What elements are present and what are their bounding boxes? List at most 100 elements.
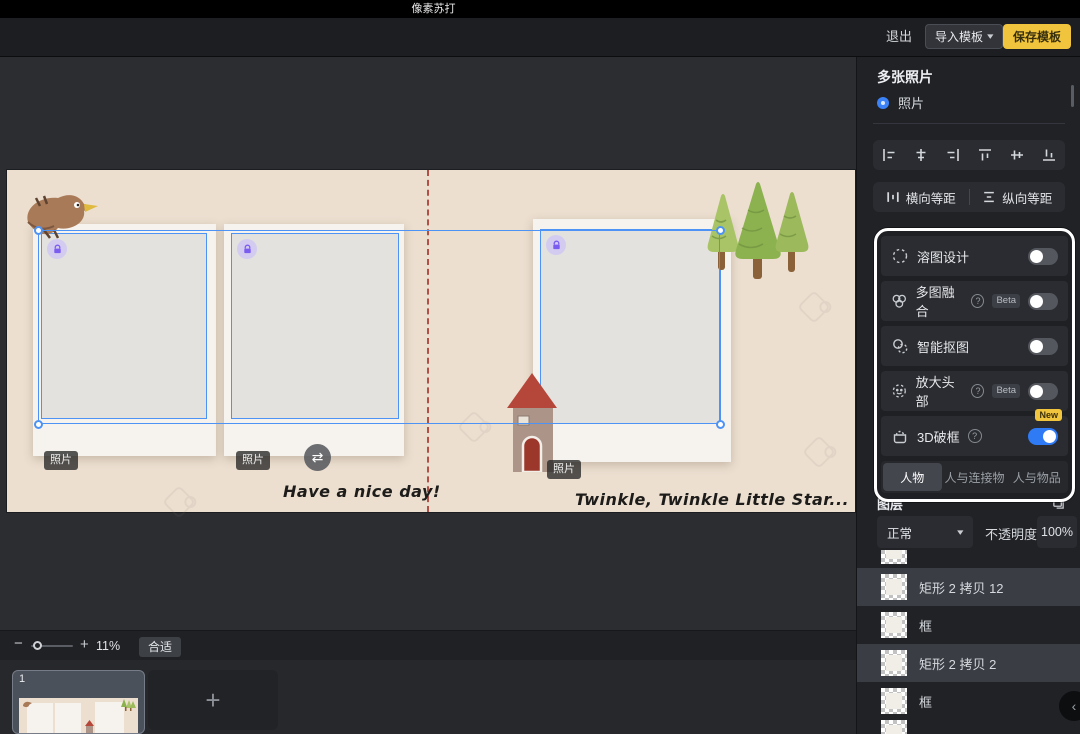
3d-breakout-icon [891, 427, 909, 445]
layer-row[interactable]: 框 [857, 606, 1080, 644]
chevron-down-icon: ▾ [958, 527, 964, 538]
multi-image-fusion-icon [891, 292, 908, 310]
distribute-bar: 横向等距 纵向等距 [873, 182, 1065, 212]
lock-badge-icon [546, 235, 566, 255]
selection-bounding-box[interactable] [38, 230, 720, 424]
photo-chip-1: 照片 [44, 451, 78, 470]
smart-cutout-icon [891, 337, 909, 355]
lock-watermark-icon [162, 485, 196, 519]
tab-person[interactable]: 人物 [883, 463, 942, 491]
panel-title: 多张照片 [877, 67, 933, 87]
selection-handle-top-right[interactable] [716, 226, 725, 235]
caption-have-a-nice-day: Have a nice day! [283, 482, 441, 501]
chevron-left-icon: ‹ [1072, 698, 1077, 714]
zoom-slider-knob[interactable] [33, 641, 42, 650]
toggle-smart-cutout[interactable] [1028, 338, 1058, 355]
design-canvas[interactable]: 照片 照片 照片 ⇄ Have a nice day! Twinkle, Twi… [7, 170, 855, 512]
exit-button[interactable]: 退出 [886, 24, 912, 49]
opacity-label: 不透明度 [985, 524, 1037, 543]
blend-design-icon [891, 247, 909, 265]
scrollbar-thumb[interactable] [1071, 85, 1074, 107]
toggle-3d-breakout[interactable] [1028, 428, 1058, 445]
zoom-in-icon[interactable]: + [80, 636, 89, 653]
distribute-horizontal-button[interactable]: 横向等距 [873, 182, 969, 212]
import-template-button[interactable]: 导入模板 ▾ [925, 24, 1003, 49]
opacity-value[interactable]: 100% [1037, 516, 1077, 548]
photo-radio-row[interactable]: 照片 [877, 93, 924, 112]
layer-row[interactable]: 矩形 2 拷贝 2 [857, 644, 1080, 682]
new-badge: New [1035, 409, 1062, 421]
tab-person-connector[interactable]: 人与连接物 [945, 463, 1005, 491]
fit-button[interactable]: 合适 [139, 637, 181, 657]
plus-icon: + [205, 685, 220, 716]
zoom-bar: − + 11% 合适 [0, 630, 856, 660]
feature-row-3d-breakout[interactable]: New 3D破框 ? [881, 416, 1068, 456]
swap-arrows-icon: ⇄ [312, 449, 324, 466]
radio-selected-icon [877, 97, 889, 109]
align-left-icon[interactable] [881, 147, 897, 163]
selection-handle-top-left[interactable] [34, 226, 43, 235]
align-bottom-icon[interactable] [1041, 147, 1057, 163]
blend-mode-select[interactable]: 正常 ▾ [877, 516, 973, 548]
align-center-horizontal-icon[interactable] [913, 147, 929, 163]
pages-panel: 1 + [0, 660, 856, 734]
layer-row[interactable]: 矩形 2 拷贝 12 [857, 568, 1080, 606]
app-toolbar: 退出 导入模板 ▾ 保存模板 [0, 18, 1080, 57]
toggle-blend-design[interactable] [1028, 248, 1058, 265]
layer-row[interactable]: 框 [857, 682, 1080, 720]
layer-thumbnail-partial[interactable] [881, 720, 907, 734]
photo-chip-3: 照片 [547, 460, 581, 479]
tab-person-object[interactable]: 人与物品 [1008, 463, 1067, 491]
lock-watermark-icon [802, 435, 836, 469]
toggle-enlarge-head[interactable] [1028, 383, 1058, 400]
caption-twinkle: Twinkle, Twinkle Little Star... [575, 490, 849, 509]
layer-thumbnail [881, 612, 907, 638]
distribute-horizontal-icon [886, 190, 900, 204]
layer-thumbnail [881, 650, 907, 676]
app-window: 像素苏打 退出 导入模板 ▾ 保存模板 [0, 0, 1080, 734]
align-right-icon[interactable] [945, 147, 961, 163]
page-thumbnail-1[interactable]: 1 [12, 670, 145, 734]
selection-handle-bottom-left[interactable] [34, 420, 43, 429]
feature-row-blend-design[interactable]: 溶图设计 [881, 236, 1068, 276]
breakout-mode-tabs: 人物 人与连接物 人与物品 [881, 461, 1068, 493]
lock-watermark-icon [797, 290, 831, 324]
window-titlebar: 像素苏打 [0, 0, 1080, 18]
enlarge-head-icon [891, 382, 908, 400]
beta-badge: Beta [992, 294, 1020, 308]
toggle-multi-fuse[interactable] [1028, 293, 1058, 310]
layer-thumbnail [881, 688, 907, 714]
help-icon[interactable]: ? [971, 384, 984, 398]
help-icon[interactable]: ? [971, 294, 984, 308]
divider [873, 123, 1065, 124]
window-title: 像素苏打 [412, 3, 456, 15]
radio-label: 照片 [898, 93, 924, 112]
zoom-out-icon[interactable]: − [14, 635, 23, 652]
feature-panel: 溶图设计 多图融合 ? Beta 智能抠图 放大头部 ? Beta [874, 228, 1075, 502]
photo-chip-2: 照片 [236, 451, 270, 470]
chevron-down-icon: ▾ [987, 31, 993, 42]
save-template-button[interactable]: 保存模板 [1003, 24, 1071, 49]
layer-thumbnail [881, 574, 907, 600]
layer-thumbnail-partial[interactable] [881, 550, 907, 564]
beta-badge: Beta [992, 384, 1020, 398]
swap-photo-button[interactable]: ⇄ [304, 444, 331, 471]
lock-badge-icon [47, 239, 67, 259]
page-preview [19, 698, 138, 734]
feature-row-smart-cutout[interactable]: 智能抠图 [881, 326, 1068, 366]
right-sidebar: 多张照片 照片 横向等距 纵向等距 [856, 57, 1080, 734]
page-number: 1 [19, 673, 25, 685]
distribute-vertical-button[interactable]: 纵向等距 [970, 182, 1066, 212]
lock-badge-icon [237, 239, 257, 259]
feature-row-multi-fuse[interactable]: 多图融合 ? Beta [881, 281, 1068, 321]
workspace: 照片 照片 照片 ⇄ Have a nice day! Twinkle, Twi… [0, 57, 856, 734]
feature-row-enlarge-head[interactable]: 放大头部 ? Beta [881, 371, 1068, 411]
help-icon[interactable]: ? [968, 429, 982, 443]
alignment-toolbar [873, 140, 1065, 170]
align-top-icon[interactable] [977, 147, 993, 163]
selection-handle-bottom-right[interactable] [716, 420, 725, 429]
align-center-vertical-icon[interactable] [1009, 147, 1025, 163]
add-page-button[interactable]: + [148, 670, 278, 730]
zoom-level: 11% [96, 639, 120, 653]
distribute-vertical-icon [982, 190, 996, 204]
